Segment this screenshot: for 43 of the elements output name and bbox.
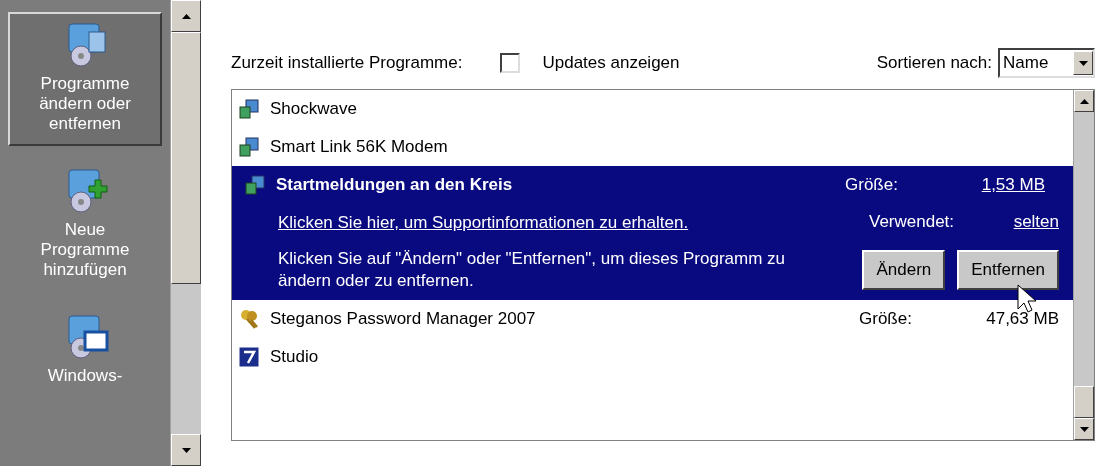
installed-programs-label: Zurzeit installierte Programme: — [231, 53, 463, 73]
instruction-text: Klicken Sie auf "Ändern" oder "Entfernen", um dieses Programm zu ändern oder zu entfernen. — [278, 248, 786, 292]
up-arrow-icon — [1079, 98, 1089, 104]
size-label: Größe: — [859, 309, 913, 329]
size-value: 1,53 MB — [980, 175, 1045, 195]
scroll-down-button[interactable] — [171, 434, 201, 466]
used-label: Verwendet: — [869, 212, 956, 232]
sidebar-item[interactable]: Windows- — [8, 304, 162, 398]
program-name: Shockwave — [270, 99, 358, 119]
program-name: Studio — [270, 347, 320, 367]
keys-icon — [238, 308, 260, 330]
support-link[interactable]: Klicken Sie hier, um Supportinformationen zu erhalten. — [278, 212, 718, 234]
down-arrow-icon — [1078, 60, 1088, 66]
size-value: 47,63 MB — [985, 309, 1059, 329]
mouse-cursor-icon — [1017, 284, 1039, 314]
list-scrollbar[interactable] — [1073, 90, 1094, 440]
change-button[interactable]: Ändern — [862, 250, 946, 290]
down-arrow-icon — [181, 447, 191, 453]
installer-icon — [244, 174, 266, 196]
sidebar-item[interactable]: Programme ändern oder entfernen — [8, 12, 162, 146]
scroll-thumb[interactable] — [171, 32, 201, 284]
used-value[interactable]: selten — [969, 212, 1059, 232]
remove-button[interactable]: Entfernen — [957, 250, 1059, 290]
scroll-thumb[interactable] — [1074, 386, 1094, 418]
installer-icon — [238, 98, 260, 120]
scroll-up-button[interactable] — [1074, 90, 1094, 112]
checkbox-label: Updates anzeigen — [542, 53, 680, 73]
program-name: Smart Link 56K Modem — [270, 137, 449, 157]
sort-dropdown[interactable]: Name — [998, 48, 1095, 78]
down-arrow-icon — [1079, 426, 1089, 432]
installer-icon — [238, 136, 260, 158]
program-name: Steganos Password Manager 2007 — [270, 309, 537, 329]
scrollbar[interactable] — [170, 0, 201, 466]
checkbox[interactable] — [500, 53, 521, 73]
program-name: Startmeldungen an den Kreis — [276, 175, 514, 195]
up-arrow-icon — [181, 13, 191, 19]
sort-label: Sortieren nach: — [876, 53, 992, 73]
size-label: Größe: — [845, 175, 899, 195]
scroll-down-button[interactable] — [1074, 418, 1094, 440]
dropdown-button[interactable] — [1073, 51, 1093, 75]
sidebar-item[interactable]: Neue Programme hinzufügen — [8, 158, 162, 292]
program-icon — [238, 346, 260, 368]
scroll-up-button[interactable] — [171, 0, 201, 32]
